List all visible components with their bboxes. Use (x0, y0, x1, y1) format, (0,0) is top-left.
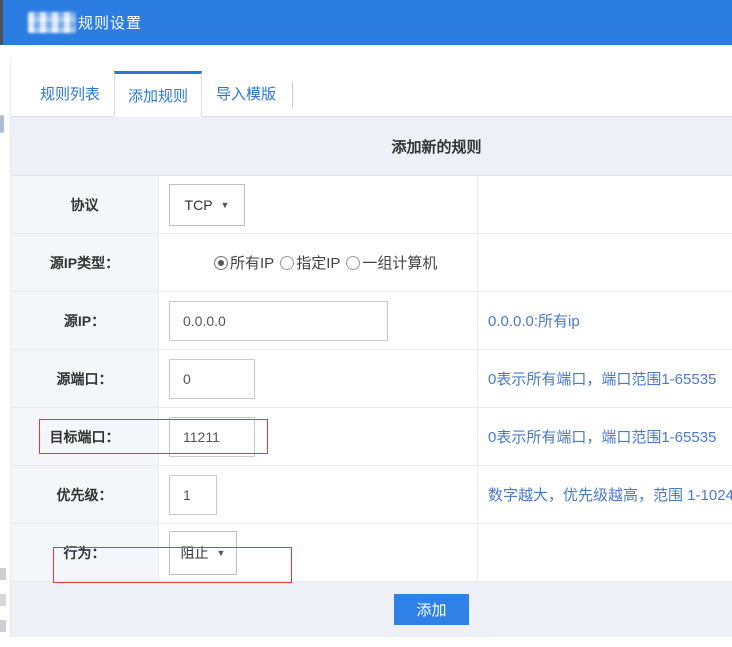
rule-settings-panel: 规则列表 添加规则 导入模版 添加新的规则 协议 TCP ▼ 源IP类型： (10, 58, 732, 637)
page-title: 规则设置 (78, 0, 142, 45)
priority-input[interactable] (169, 475, 217, 515)
source-ip-type-label: 源IP类型： (11, 234, 159, 291)
row-source-ip-type: 源IP类型： 所有IP 指定IP 一组计算机 (11, 234, 732, 292)
radio-specified-ip[interactable]: 指定IP (280, 252, 340, 273)
window-titlebar: 规则设置 (0, 0, 732, 45)
form-footer: 添加 (11, 582, 732, 637)
source-port-label: 源端口： (11, 350, 159, 407)
chevron-down-icon: ▼ (221, 200, 230, 210)
radio-computer-group[interactable]: 一组计算机 (346, 252, 437, 273)
row-source-ip: 源IP： 0.0.0.0:所有ip (11, 292, 732, 350)
priority-label: 优先级： (11, 466, 159, 523)
source-port-hint: 0表示所有端口，端口范围1-65535 (478, 350, 732, 407)
row-action: 行为： 阻止 ▼ (11, 524, 732, 582)
source-ip-label: 源IP： (11, 292, 159, 349)
radio-all-ip[interactable]: 所有IP (214, 252, 274, 273)
target-port-label: 目标端口： (11, 408, 159, 465)
background-window-sliver (0, 568, 6, 580)
chevron-down-icon: ▼ (217, 548, 226, 558)
radio-checked-icon (214, 256, 228, 270)
target-port-input[interactable] (169, 417, 255, 457)
form-title: 添加新的规则 (11, 117, 732, 176)
background-window-sliver (0, 0, 3, 45)
tab-add-rule[interactable]: 添加规则 (114, 71, 202, 117)
tab-rule-list[interactable]: 规则列表 (26, 70, 114, 116)
tab-separator (292, 82, 293, 108)
row-target-port: 目标端口： 0表示所有端口，端口范围1-65535 (11, 408, 732, 466)
radio-unchecked-icon (280, 256, 294, 270)
action-select-value: 阻止 (181, 543, 209, 563)
protocol-label: 协议 (11, 176, 159, 233)
row-source-port: 源端口： 0表示所有端口，端口范围1-65535 (11, 350, 732, 408)
protocol-select[interactable]: TCP ▼ (169, 184, 245, 226)
radio-unchecked-icon (346, 256, 360, 270)
row-priority: 优先级： 数字越大，优先级越高，范围 1-1024 (11, 466, 732, 524)
protocol-select-value: TCP (185, 197, 213, 213)
background-window-sliver (0, 594, 6, 606)
background-window-sliver (0, 115, 4, 133)
action-label: 行为： (11, 524, 159, 581)
action-select[interactable]: 阻止 ▼ (169, 531, 237, 575)
row-protocol: 协议 TCP ▼ (11, 176, 732, 234)
source-ip-hint: 0.0.0.0:所有ip (478, 292, 732, 349)
tab-import-template[interactable]: 导入模版 (202, 70, 290, 116)
add-button[interactable]: 添加 (394, 594, 469, 625)
source-ip-input[interactable] (169, 301, 388, 341)
source-ip-type-radio-group: 所有IP 指定IP 一组计算机 (214, 252, 443, 273)
target-port-hint: 0表示所有端口，端口范围1-65535 (478, 408, 732, 465)
tab-bar: 规则列表 添加规则 导入模版 (11, 58, 732, 117)
source-port-input[interactable] (169, 359, 255, 399)
background-window-sliver (0, 620, 6, 632)
redacted-text (28, 12, 76, 33)
priority-hint: 数字越大，优先级越高，范围 1-1024 (478, 466, 732, 523)
rule-settings-page: 规则设置 规则列表 添加规则 导入模版 添加新的规则 协议 TCP ▼ (0, 0, 732, 647)
